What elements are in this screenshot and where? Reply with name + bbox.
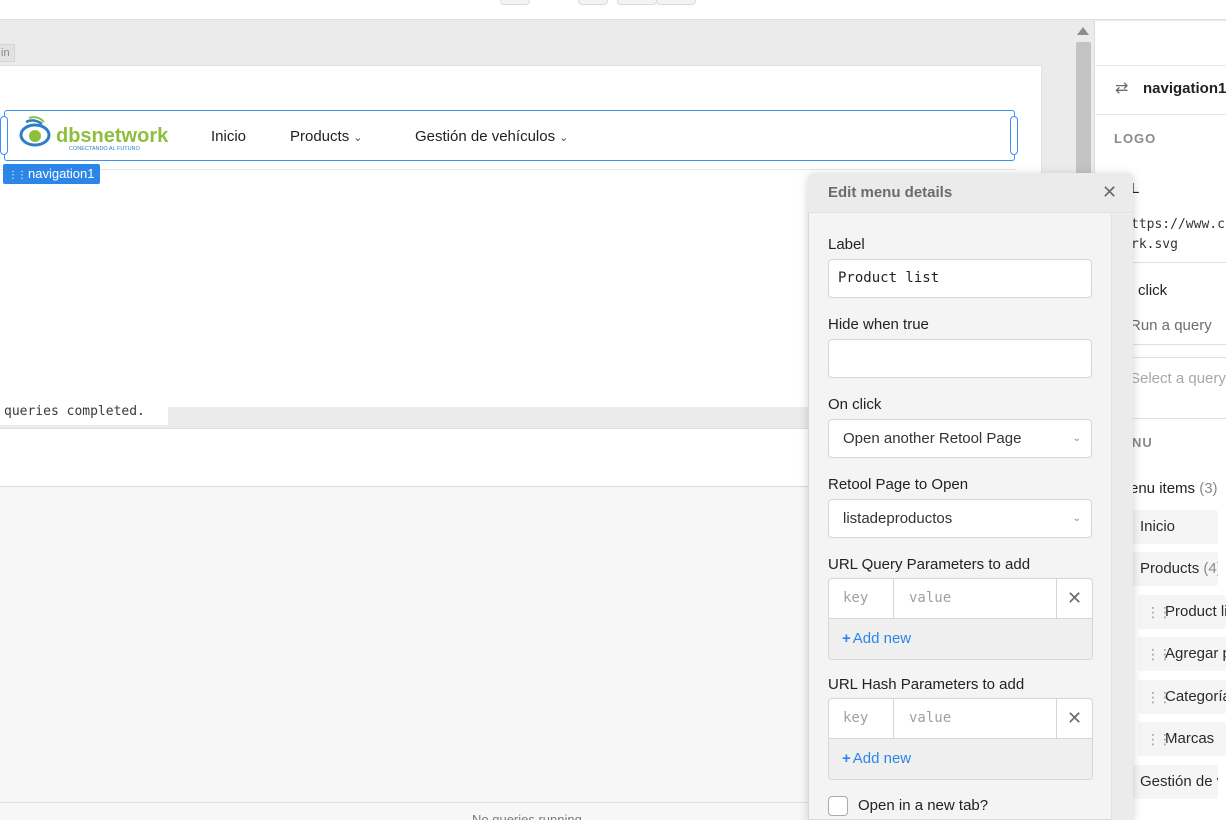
logo-url-value-line2[interactable]: rk.svg — [1131, 235, 1178, 255]
drag-handle-icon[interactable]: ⋮⋮ — [1146, 680, 1172, 714]
menu-item-label: Products — [1140, 560, 1200, 577]
new-tab-label[interactable]: Open in a new tab? — [858, 797, 988, 814]
chevron-down-icon: ⌄ — [1072, 433, 1081, 444]
menu-item-agregar[interactable]: ⋮⋮ Agregar p — [1138, 637, 1226, 671]
label-field-label: Label — [828, 236, 865, 253]
menu-item-inicio[interactable]: Inicio — [1130, 510, 1218, 544]
menu-item-product-list[interactable]: ⋮⋮Product list — [1138, 595, 1226, 629]
on-click-label: click — [1138, 282, 1168, 299]
divider — [1130, 357, 1226, 358]
hide-field-label: Hide when true — [828, 316, 929, 333]
menu-item-gestion-vehiculos[interactable]: Gestión de vehículos — [1130, 765, 1218, 799]
toolbar-button[interactable] — [578, 0, 608, 5]
query-param-value-input[interactable]: value — [909, 578, 951, 619]
nav-item-label: Products — [290, 128, 350, 145]
divider — [893, 698, 894, 739]
action-select[interactable]: Run a query — [1130, 317, 1212, 334]
menu-item-products[interactable]: Products (4) — [1130, 552, 1218, 586]
toolbar-button[interactable] — [656, 0, 696, 5]
nav-item-label: Gestión de vehículos — [415, 128, 556, 145]
top-toolbar — [0, 0, 1226, 20]
query-param-key-input[interactable]: key — [843, 578, 868, 619]
hash-param-value-input[interactable]: value — [909, 698, 951, 739]
query-params-label: URL Query Parameters to add — [828, 556, 1031, 573]
swap-component-icon[interactable]: ⇄ — [1115, 78, 1128, 98]
menu-items-count: (3) — [1199, 480, 1218, 497]
component-name-tag[interactable]: ⋮⋮ navigation1 — [3, 164, 100, 184]
page-to-open-label: Retool Page to Open — [828, 476, 969, 493]
divider — [893, 578, 894, 619]
chevron-down-icon: ⌄ — [1072, 513, 1081, 524]
query-select[interactable]: Select a query — [1130, 370, 1226, 387]
plus-icon: + — [842, 630, 851, 647]
page-to-open-select[interactable]: listadeproductos ⌄ — [828, 499, 1092, 538]
add-new-label: Add new — [852, 630, 912, 647]
divider — [1130, 418, 1226, 419]
logo-url-value-line1[interactable]: ttps://www.c — [1131, 215, 1225, 235]
menu-item-label: Categorías — [1165, 688, 1226, 705]
logo-tagline: CONECTANDO AL FUTURO — [69, 146, 141, 152]
logo-graphic: dbsnetwork CONECTANDO AL FUTURO — [19, 116, 169, 152]
nav-item-label: Inicio — [211, 128, 247, 145]
logo-wordmark: dbsnetwork — [56, 125, 169, 147]
resize-handle-right[interactable] — [1010, 116, 1018, 155]
divider — [1130, 262, 1226, 263]
menu-item-label: Gestión de vehículos — [1140, 773, 1218, 790]
toolbar-button[interactable] — [500, 0, 530, 5]
menu-item-label: Inicio — [1140, 518, 1176, 535]
add-new-label: Add new — [852, 750, 912, 767]
drag-handle-icon[interactable]: ⋮⋮ — [1146, 722, 1172, 756]
resize-handle-left[interactable] — [0, 116, 8, 155]
toolbar-button[interactable] — [617, 0, 657, 5]
menu-item-categorias[interactable]: ⋮⋮Categorías — [1138, 680, 1226, 714]
divider — [1130, 344, 1226, 345]
close-icon[interactable]: ✕ — [1102, 183, 1117, 201]
divider — [0, 169, 1016, 170]
hash-params-label: URL Hash Parameters to add — [828, 676, 1025, 693]
menu-items-heading: enu items (3) — [1130, 480, 1218, 497]
query-footer-status: No queries running — [472, 812, 582, 820]
frame-tag: in — [0, 44, 15, 62]
hide-when-true-input[interactable] — [828, 339, 1092, 378]
divider — [1056, 698, 1057, 739]
plus-icon: + — [842, 750, 851, 767]
add-hash-param-button[interactable]: + Add new — [842, 750, 911, 767]
select-value: Open another Retool Page — [843, 430, 1022, 447]
hash-param-key-input[interactable]: key — [843, 698, 868, 739]
nav-item-inicio[interactable]: Inicio — [211, 128, 246, 145]
chevron-down-icon: ⌄ — [559, 132, 569, 144]
menu-item-marcas[interactable]: ⋮⋮ Marcas — [1138, 722, 1226, 756]
dbs-network-logo[interactable]: dbsnetwork CONECTANDO AL FUTURO — [18, 116, 170, 156]
popover-scrollbar[interactable] — [1111, 214, 1133, 820]
label-input[interactable]: Product list — [828, 259, 1092, 298]
divider — [1094, 65, 1226, 66]
on-click-field-label: On click — [828, 396, 882, 413]
section-header-logo[interactable]: LOGO — [1114, 131, 1156, 146]
popover-title: Edit menu details — [828, 184, 953, 201]
chevron-down-icon: ⌄ — [353, 132, 363, 144]
menu-item-label: Marcas — [1165, 730, 1215, 747]
on-click-select[interactable]: Open another Retool Page ⌄ — [828, 419, 1092, 458]
add-query-param-button[interactable]: + Add new — [842, 630, 911, 647]
nav-item-products[interactable]: Products ⌄ — [290, 128, 362, 145]
drag-handle-icon: ⋮⋮ — [8, 170, 27, 181]
remove-param-icon[interactable]: ✕ — [1067, 578, 1082, 619]
nav-item-gestion-vehiculos[interactable]: Gestión de vehículos ⌄ — [415, 128, 568, 145]
menu-item-label: Agregar p — [1165, 645, 1226, 662]
new-tab-checkbox[interactable] — [828, 796, 848, 816]
drag-handle-icon[interactable]: ⋮⋮ — [1146, 595, 1172, 629]
divider — [1056, 578, 1057, 619]
scroll-up-icon[interactable] — [1077, 27, 1089, 35]
select-value: listadeproductos — [843, 510, 953, 527]
section-header-menu[interactable]: NU — [1132, 435, 1153, 450]
menu-items-label: enu items — [1130, 480, 1196, 497]
remove-param-icon[interactable]: ✕ — [1067, 698, 1082, 739]
component-name: navigation1 — [28, 166, 95, 181]
query-status: queries completed. — [0, 398, 168, 425]
inspector-title[interactable]: navigation1 — [1143, 80, 1226, 97]
divider — [1094, 114, 1226, 115]
menu-item-label: Product list — [1165, 603, 1226, 620]
drag-handle-icon[interactable]: ⋮⋮ — [1146, 637, 1172, 671]
menu-item-count: (4) — [1203, 560, 1218, 577]
